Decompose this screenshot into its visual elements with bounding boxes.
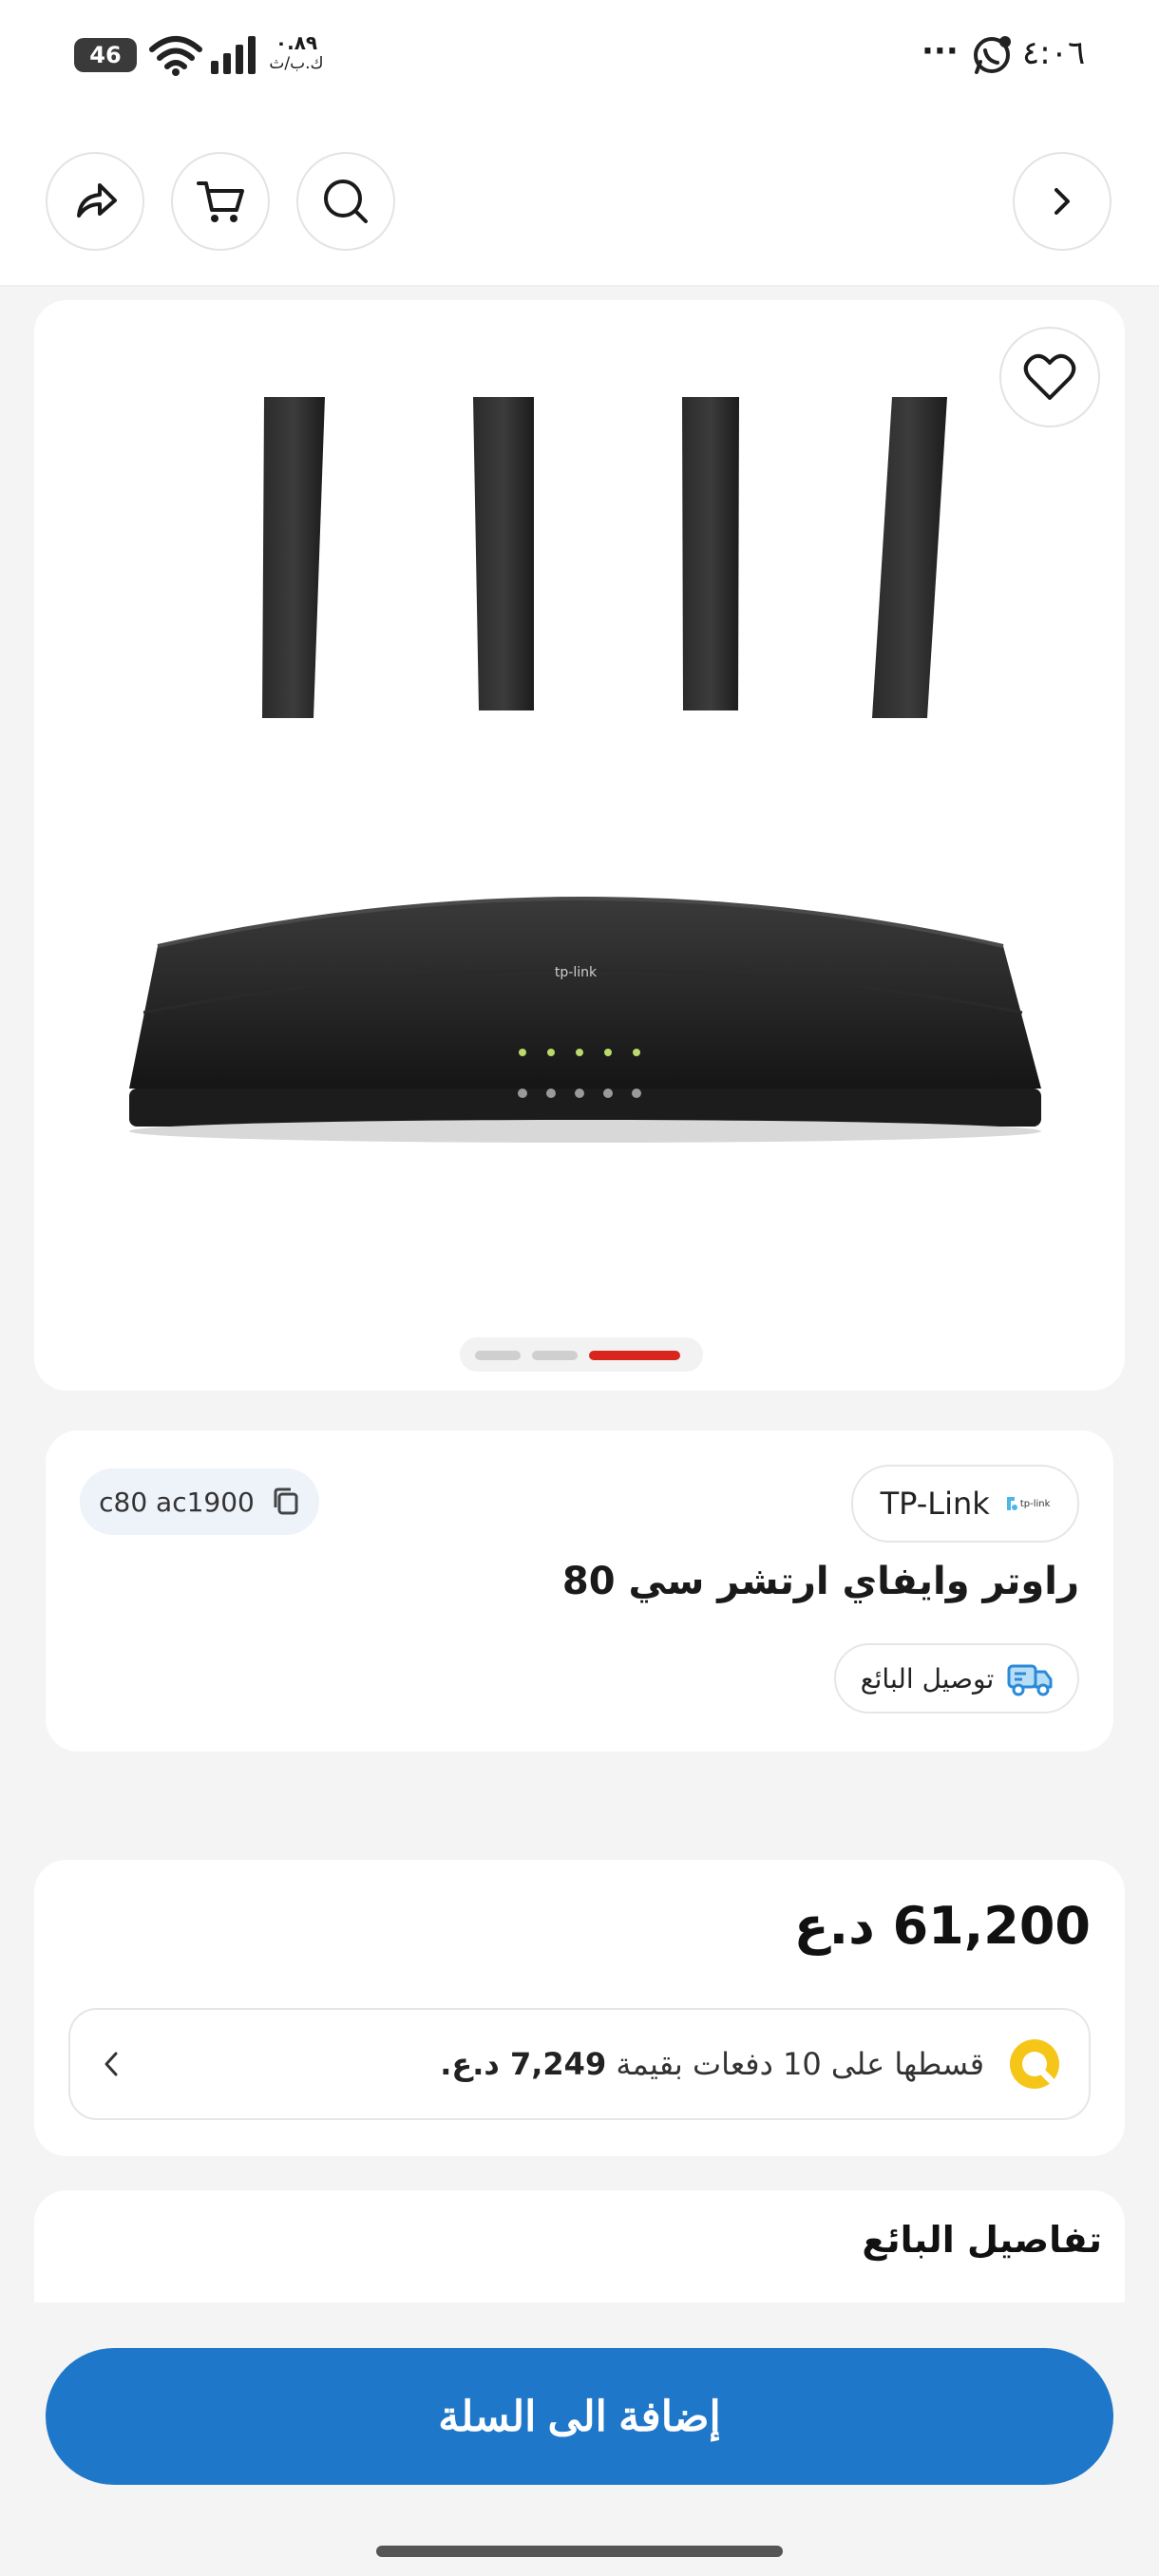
signal-icon	[209, 36, 258, 78]
more-icon: ···	[922, 32, 959, 70]
delivery-truck-icon	[1007, 1664, 1053, 1696]
tp-link-logo-icon	[1006, 1497, 1017, 1510]
sku-chip[interactable]: c80 ac1900	[80, 1468, 319, 1535]
installment-banner[interactable]: قسطها على 10 دفعات بقيمة 7,249 د.ع.	[68, 2008, 1091, 2120]
wifi-icon	[148, 34, 203, 80]
pager-dot[interactable]	[475, 1351, 521, 1360]
battery-indicator: 46	[74, 38, 137, 72]
product-gallery[interactable]: tp-link	[34, 300, 1125, 1391]
chevron-left-icon	[104, 2052, 118, 2076]
pager-dot[interactable]	[532, 1351, 578, 1360]
seller-delivery-badge: توصيل البائع	[834, 1643, 1079, 1714]
pager-dot-active[interactable]	[589, 1351, 680, 1360]
installment-text: قسطها على 10 دفعات بقيمة 7,249 د.ع.	[440, 2046, 984, 2082]
top-nav-bar	[0, 114, 1159, 287]
sku-text: c80 ac1900	[99, 1486, 255, 1518]
status-bar: 46 ٠.٨٩ ك.ب/ث ··· ٤:٠٦	[0, 0, 1159, 114]
product-image: tp-link	[91, 395, 1079, 1216]
whatsapp-icon	[971, 34, 1013, 80]
svg-text:tp-link: tp-link	[555, 965, 598, 980]
share-button[interactable]	[46, 152, 144, 251]
gallery-pager	[460, 1337, 703, 1372]
home-indicator[interactable]	[376, 2546, 783, 2557]
add-to-cart-button[interactable]: إضافة الى السلة	[46, 2348, 1113, 2485]
battery-level: 46	[89, 42, 122, 68]
share-icon	[77, 183, 117, 218]
chevron-right-icon	[1054, 188, 1070, 215]
product-title: راوتر وايفاي ارتشر سي 80	[561, 1560, 1079, 1603]
price-card: 61,200 د.ع قسطها على 10 دفعات بقيمة 7,24…	[34, 1860, 1125, 2156]
delivery-label: توصيل البائع	[860, 1662, 995, 1695]
back-button[interactable]	[1013, 152, 1112, 251]
cart-icon	[197, 181, 244, 222]
qi-installment-logo-icon	[1010, 2039, 1059, 2089]
seller-details-heading: تفاصيل البائع	[862, 2219, 1102, 2261]
price-amount: 61,200 د.ع	[793, 1896, 1091, 1956]
network-speed: ٠.٨٩ ك.ب/ث	[269, 31, 324, 73]
copy-icon	[274, 1487, 298, 1515]
brand-chip[interactable]: TP-Link tp-link	[851, 1465, 1079, 1543]
search-icon	[324, 180, 368, 223]
tp-link-logo: tp-link	[1003, 1495, 1050, 1512]
brand-name: TP-Link	[880, 1486, 990, 1522]
product-info-card: c80 ac1900 TP-Link tp-link راوتر وايفاي …	[46, 1430, 1113, 1752]
cart-button[interactable]	[171, 152, 270, 251]
search-button[interactable]	[296, 152, 395, 251]
clock: ٤:٠٦	[1022, 34, 1086, 72]
